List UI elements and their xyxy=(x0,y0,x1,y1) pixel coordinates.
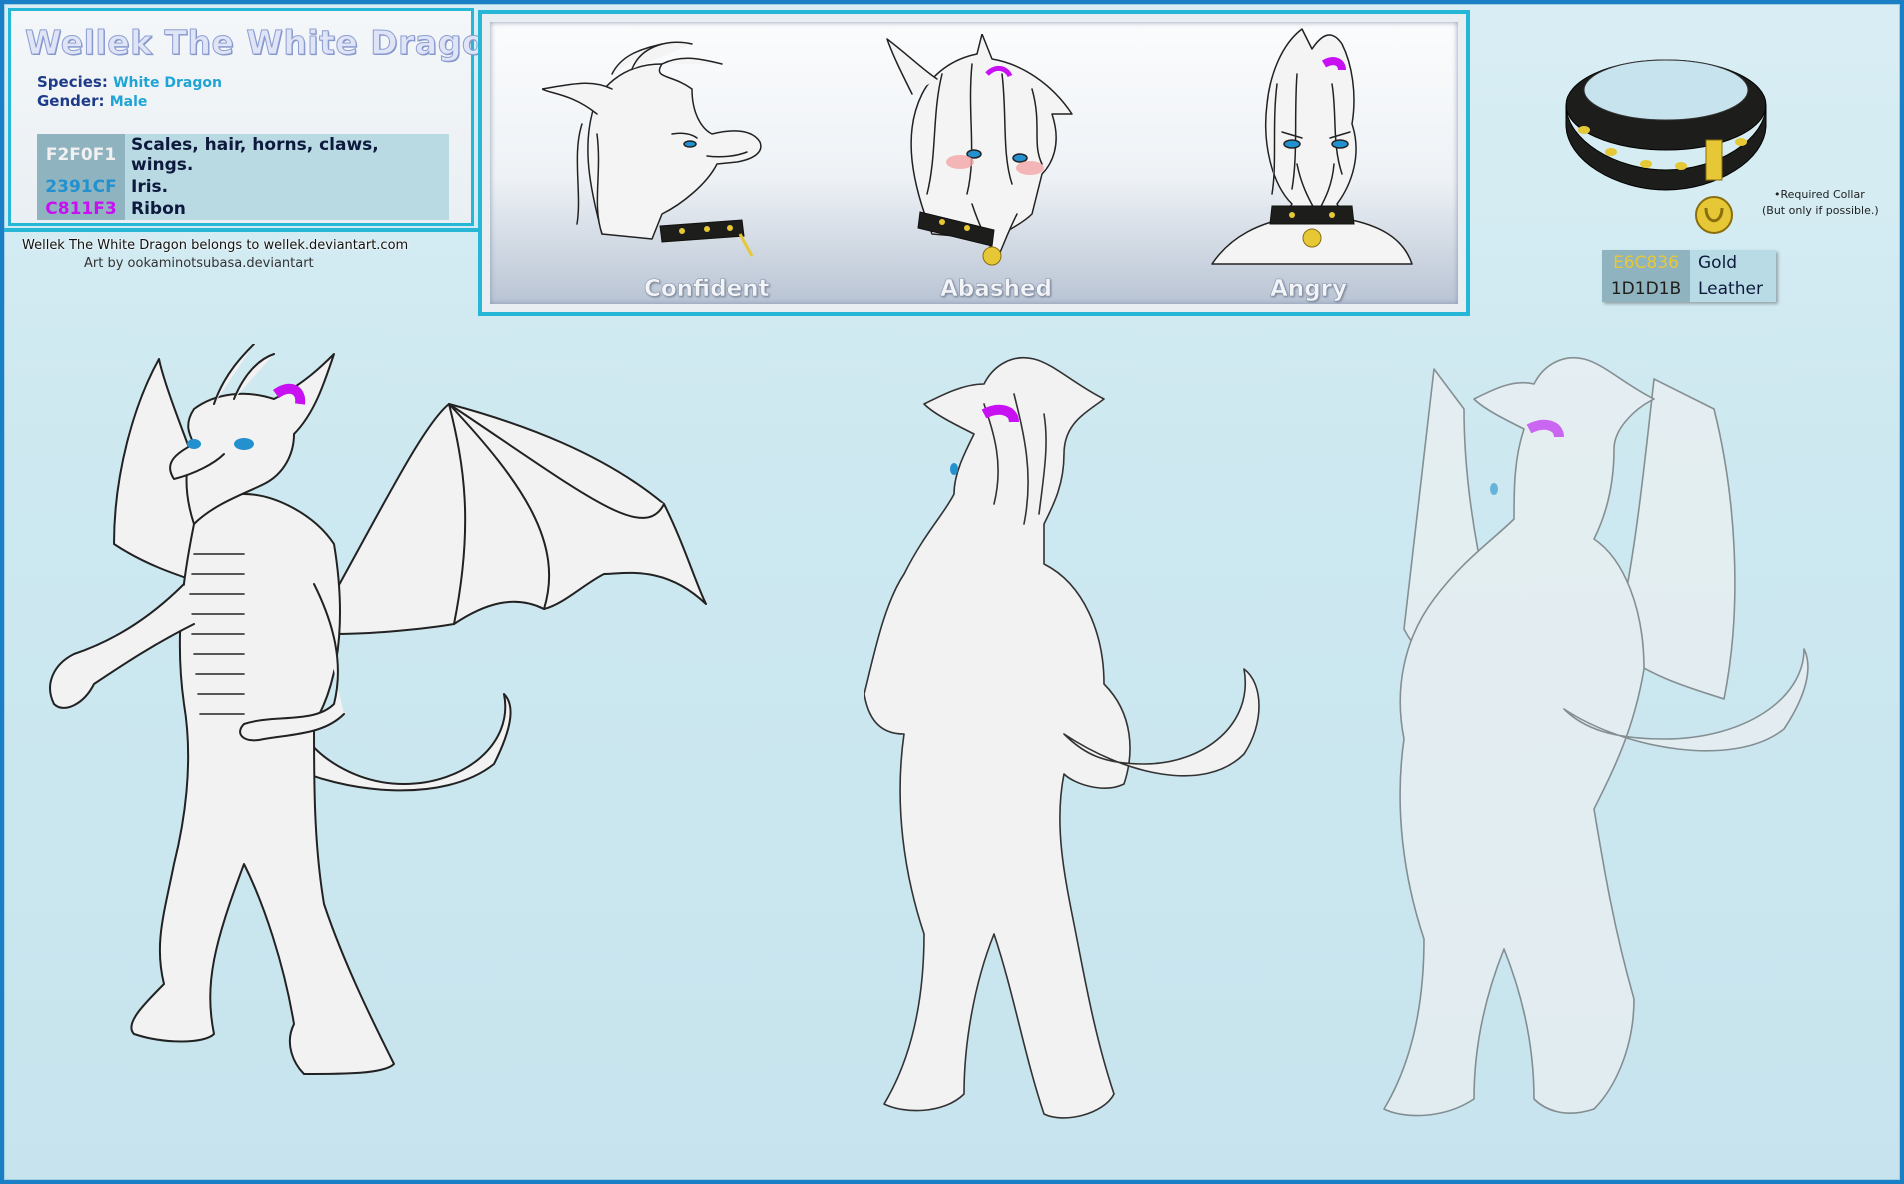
gender-label: Gender: xyxy=(37,92,105,110)
collar-color-code: 1D1D1B xyxy=(1602,276,1690,302)
confident-head-illustration xyxy=(542,41,762,257)
collar-color-code: E6C836 xyxy=(1602,250,1690,276)
expressions-panel: Confident Abashed Angry xyxy=(478,10,1470,316)
artist-credit: Art by ookaminotsubasa.deviantart xyxy=(84,256,314,271)
color-description: Scales, hair, horns, claws, wings. xyxy=(125,134,449,176)
character-title: Wellek The White Dragon xyxy=(25,23,510,63)
color-description: Iris. xyxy=(125,176,449,198)
divider xyxy=(4,228,478,232)
gender-row: Gender: Male xyxy=(37,92,147,110)
expression-label-angry: Angry xyxy=(1270,276,1347,303)
owner-credit: Wellek The White Dragon belongs to welle… xyxy=(22,238,409,253)
palette-row: F2F0F1 Scales, hair, horns, claws, wings… xyxy=(37,134,449,176)
species-label: Species: xyxy=(37,73,108,91)
color-description: Ribon xyxy=(125,198,449,220)
collar-palette-row: 1D1D1B Leather xyxy=(1602,276,1776,302)
collar-color-description: Gold xyxy=(1690,250,1776,276)
collar-color-table: E6C836 Gold 1D1D1B Leather xyxy=(1602,250,1776,302)
color-code: F2F0F1 xyxy=(37,134,125,176)
gender-value: Male xyxy=(109,94,148,110)
collar-color-description: Leather xyxy=(1690,276,1776,302)
color-code: 2391CF xyxy=(37,176,125,198)
species-value: White Dragon xyxy=(113,75,222,91)
collar-note-required: •Required Collar xyxy=(1774,188,1865,201)
color-palette-table: F2F0F1 Scales, hair, horns, claws, wings… xyxy=(37,134,449,220)
angry-head-illustration xyxy=(1211,28,1413,265)
species-row: Species: White Dragon xyxy=(37,73,222,91)
expression-label-confident: Confident xyxy=(644,276,770,303)
collar-illustration xyxy=(1565,59,1767,234)
collar-palette-row: E6C836 Gold xyxy=(1602,250,1776,276)
palette-row: C811F3 Ribon xyxy=(37,198,449,220)
side-back-view-illustration xyxy=(1383,357,1809,1117)
abashed-head-illustration xyxy=(886,34,1073,266)
color-code: C811F3 xyxy=(37,198,125,220)
front-view-illustration xyxy=(49,344,707,1075)
reference-sheet: Wellek The White Dragon Species: White D… xyxy=(4,4,1900,1180)
info-panel: Wellek The White Dragon Species: White D… xyxy=(8,8,509,226)
expression-label-abashed: Abashed xyxy=(940,276,1052,303)
collar-note-optional: (But only if possible.) xyxy=(1762,204,1879,217)
palette-row: 2391CF Iris. xyxy=(37,176,449,198)
back-view-illustration xyxy=(864,357,1260,1119)
